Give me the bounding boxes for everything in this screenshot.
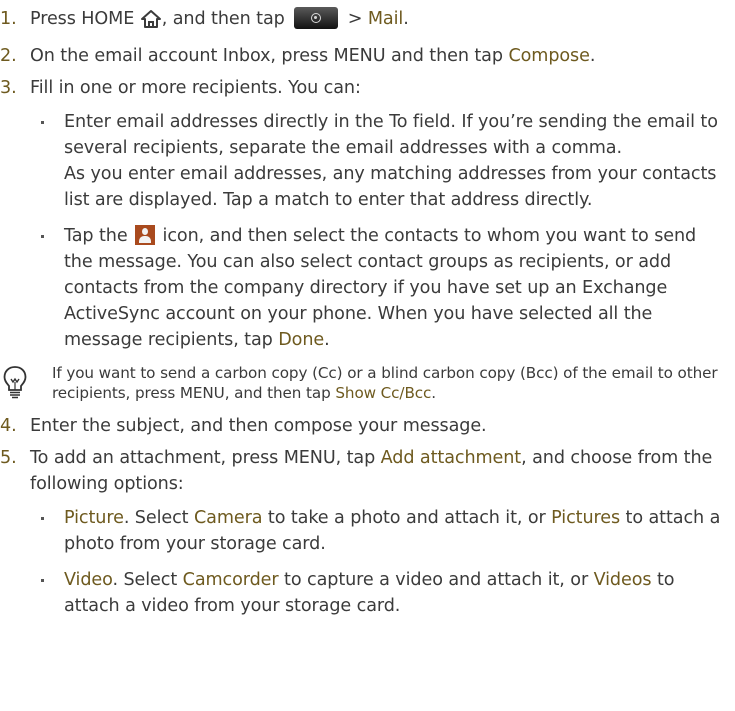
step-text: Fill in one or more recipients. You can: [30,78,361,98]
step-text-cont: , and then tap [161,9,291,29]
lightbulb-icon [2,365,28,399]
step-text: Press HOME [30,9,140,29]
step-1: 1. Press HOME , and then tap > Mail. [0,6,727,37]
camcorder-label: Camcorder [182,570,279,590]
step-3: 3. Fill in one or more recipients. You c… [0,75,727,353]
step-2: 2. On the email account Inbox, press MEN… [0,43,727,69]
list-item: Enter email addresses directly in the To… [30,109,727,213]
step-number: 3. [0,78,17,98]
video-label: Video [64,570,113,590]
recipient-options: Enter email addresses directly in the To… [30,109,727,353]
videos-label: Videos [593,570,652,590]
step-text: On the email account Inbox, press MENU a… [30,46,509,66]
done-label: Done [278,330,325,350]
camera-button-icon [294,7,339,29]
bullet-marker [41,121,44,124]
step-5: 5. To add an attachment, press MENU, tap… [0,445,727,619]
step-number: 2. [0,46,17,66]
tip-text-end: . [431,384,437,402]
home-icon [140,9,162,37]
bullet-text: to take a photo and attach it, or [262,508,552,528]
attachment-options: Picture. Select Camera to take a photo a… [30,505,727,619]
step-number: 1. [0,9,17,29]
pictures-label: Pictures [551,508,621,528]
bullet-marker [41,517,44,520]
bullet-text-end: . [324,330,330,350]
add-attachment-label: Add attachment [380,448,522,468]
step-text-sep: > [342,9,368,29]
bullet-text: As you enter email addresses, any matchi… [64,164,717,210]
bullet-text: . Select [112,570,183,590]
compose-label: Compose [508,46,590,66]
step-text: To add an attachment, press MENU, tap [30,448,381,468]
person-icon [135,225,156,245]
step-4: 4. Enter the subject, and then compose y… [0,413,727,439]
show-cc-bcc-label: Show Cc/Bcc [335,384,432,402]
picture-label: Picture [64,508,124,528]
step-text-end: . [403,9,409,29]
step-number: 4. [0,416,17,436]
bullet-text: Tap the [64,226,134,246]
camera-label: Camera [193,508,263,528]
step-text-end: . [589,46,596,66]
mail-label: Mail [367,9,404,29]
bullet-marker [41,235,44,238]
bullet-text: icon, and then select the contacts to wh… [64,226,697,350]
tip-note: If you want to send a carbon copy (Cc) o… [0,363,727,403]
list-item: Picture. Select Camera to take a photo a… [30,505,727,557]
list-item: Tap the icon, and then select the contac… [30,223,727,353]
bullet-marker [41,579,44,582]
instructions-page: 1. Press HOME , and then tap > Mail. 2. … [0,0,735,711]
bullet-text: . Select [123,508,194,528]
bullet-text: to capture a video and attach it, or [278,570,594,590]
step-number: 5. [0,448,17,468]
list-item: Video. Select Camcorder to capture a vid… [30,567,727,619]
bullet-text: Enter email addresses directly in the To… [64,112,718,158]
step-text: Enter the subject, and then compose your… [30,416,487,436]
